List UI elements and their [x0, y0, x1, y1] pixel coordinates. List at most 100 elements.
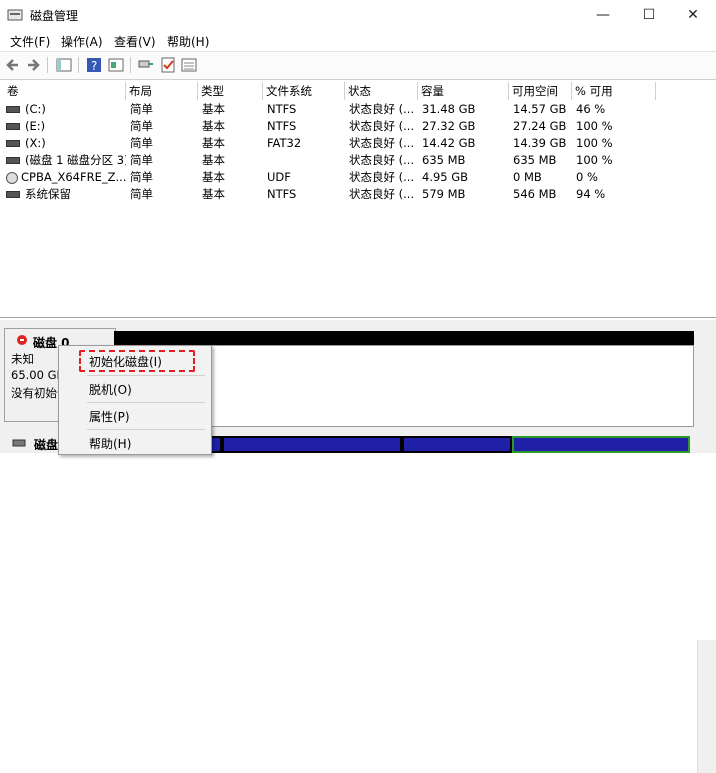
menu-separator: [87, 429, 205, 430]
drive-icon: [6, 191, 20, 198]
volume-filesystem: NTFS: [267, 102, 297, 116]
column-header-type[interactable]: 类型: [198, 82, 263, 100]
volume-filesystem: UDF: [267, 170, 291, 184]
volume-capacity: 14.42 GB: [422, 136, 476, 150]
window-title: 磁盘管理: [30, 9, 79, 23]
disk0-type: 未知: [11, 352, 34, 366]
volume-layout: 简单: [130, 102, 153, 116]
volume-name: (E:): [25, 119, 46, 133]
table-row[interactable]: (C:) 简单 基本 NTFS 状态良好 (... 31.48 GB 14.57…: [0, 101, 716, 118]
menu-file[interactable]: 文件(F): [10, 33, 50, 50]
volume-capacity: 579 MB: [422, 187, 466, 201]
menu-view[interactable]: 查看(V): [114, 33, 156, 50]
connect-disk-icon[interactable]: [137, 56, 155, 74]
partition-segment[interactable]: [402, 436, 512, 453]
volume-capacity: 635 MB: [422, 153, 466, 167]
unallocated-header-bar: [114, 331, 694, 345]
volume-free-space: 635 MB: [513, 153, 557, 167]
table-row[interactable]: (磁盘 1 磁盘分区 3) 简单 基本 状态良好 (... 635 MB 635…: [0, 152, 716, 169]
minimize-button[interactable]: —: [580, 0, 626, 30]
volume-name: CPBA_X64FRE_Z...: [21, 170, 126, 184]
volume-layout: 简单: [130, 187, 153, 201]
cd-icon: [6, 171, 18, 184]
svg-text:?: ?: [91, 59, 97, 73]
check-icon[interactable]: [159, 56, 177, 74]
volume-percent-free: 100 %: [576, 153, 613, 167]
volume-name: 系统保留: [25, 187, 71, 201]
volume-layout: 简单: [130, 119, 153, 133]
table-row[interactable]: CPBA_X64FRE_Z... 简单 基本 UDF 状态良好 (... 4.9…: [0, 169, 716, 186]
toolbar-divider: [47, 57, 48, 73]
column-header-capacity[interactable]: 容量: [418, 82, 509, 100]
disk-management-app-icon: [7, 9, 23, 21]
show-hide-tree-icon[interactable]: [55, 56, 73, 74]
list-view-icon[interactable]: [180, 56, 198, 74]
close-button[interactable]: ✕: [670, 0, 716, 30]
volume-capacity: 27.32 GB: [422, 119, 476, 133]
volume-name: (C:): [25, 102, 46, 116]
disk-context-menu: 初始化磁盘(I) 脱机(O) 属性(P) 帮助(H): [58, 345, 212, 455]
partition-segment-selected[interactable]: [512, 436, 690, 453]
volume-layout: 简单: [130, 170, 153, 184]
drive-icon: [6, 123, 20, 130]
volume-status: 状态良好 (...: [349, 102, 415, 116]
menu-item-help[interactable]: 帮助(H): [89, 435, 131, 452]
title-bar: 磁盘管理 — ☐ ✕: [0, 0, 716, 30]
volume-name: (X:): [25, 136, 46, 150]
table-row[interactable]: (X:) 简单 基本 FAT32 状态良好 (... 14.42 GB 14.3…: [0, 135, 716, 152]
maximize-button[interactable]: ☐: [626, 0, 672, 30]
column-header-layout[interactable]: 布局: [126, 82, 198, 100]
disk-error-icon: [17, 335, 27, 345]
menu-help[interactable]: 帮助(H): [167, 33, 209, 50]
help-icon[interactable]: ?: [85, 56, 103, 74]
partition-segment[interactable]: [222, 436, 402, 453]
drive-icon: [6, 157, 20, 164]
volume-filesystem: NTFS: [267, 187, 297, 201]
forward-arrow-icon[interactable]: [24, 56, 42, 74]
volume-capacity: 4.95 GB: [422, 170, 469, 184]
menu-item-offline[interactable]: 脱机(O): [89, 381, 132, 398]
volume-percent-free: 100 %: [576, 136, 613, 150]
volume-percent-free: 100 %: [576, 119, 613, 133]
menu-action[interactable]: 操作(A): [61, 33, 103, 50]
menu-bar: 文件(F) 操作(A) 查看(V) 帮助(H): [0, 30, 716, 50]
properties-icon[interactable]: [107, 56, 125, 74]
volume-percent-free: 94 %: [576, 187, 606, 201]
disk0-status: 没有初始化: [11, 386, 59, 400]
volume-status: 状态良好 (...: [349, 119, 415, 133]
menu-item-properties[interactable]: 属性(P): [89, 408, 130, 425]
volume-status: 状态良好 (...: [349, 153, 415, 167]
volume-type: 基本: [202, 136, 225, 150]
column-header-filesystem[interactable]: 文件系统: [263, 82, 345, 100]
column-header-percent-free[interactable]: % 可用: [572, 82, 656, 100]
disk0-size: 65.00 GB: [11, 368, 59, 382]
toolbar-divider: [78, 57, 79, 73]
pane-splitter[interactable]: [0, 317, 716, 318]
volume-free-space: 14.39 GB: [513, 136, 567, 150]
volume-list: (C:) 简单 基本 NTFS 状态良好 (... 31.48 GB 14.57…: [0, 101, 716, 203]
volume-status: 状态良好 (...: [349, 170, 415, 184]
menu-separator: [87, 375, 205, 376]
volume-type: 基本: [202, 119, 225, 133]
back-arrow-icon[interactable]: [4, 56, 22, 74]
volume-percent-free: 0 %: [576, 170, 598, 184]
volume-list-header: 卷 布局 类型 文件系统 状态 容量 可用空间 % 可用: [0, 82, 716, 100]
drive-icon: [6, 106, 20, 113]
disk-icon: [12, 439, 26, 447]
table-row[interactable]: (E:) 简单 基本 NTFS 状态良好 (... 27.32 GB 27.24…: [0, 118, 716, 135]
volume-status: 状态良好 (...: [349, 136, 415, 150]
table-row[interactable]: 系统保留 简单 基本 NTFS 状态良好 (... 579 MB 546 MB …: [0, 186, 716, 203]
vertical-scrollbar[interactable]: [697, 640, 716, 773]
menu-item-initialize-disk[interactable]: 初始化磁盘(I): [89, 353, 162, 370]
column-header-free-space[interactable]: 可用空间: [509, 82, 572, 100]
volume-type: 基本: [202, 170, 225, 184]
volume-capacity: 31.48 GB: [422, 102, 476, 116]
volume-status: 状态良好 (...: [349, 187, 415, 201]
column-header-status[interactable]: 状态: [345, 82, 418, 100]
volume-free-space: 0 MB: [513, 170, 542, 184]
volume-free-space: 27.24 GB: [513, 119, 567, 133]
column-header-volume[interactable]: 卷: [4, 82, 126, 100]
disk1-name: 磁盘: [34, 438, 59, 452]
volume-percent-free: 46 %: [576, 102, 606, 116]
volume-type: 基本: [202, 102, 225, 116]
